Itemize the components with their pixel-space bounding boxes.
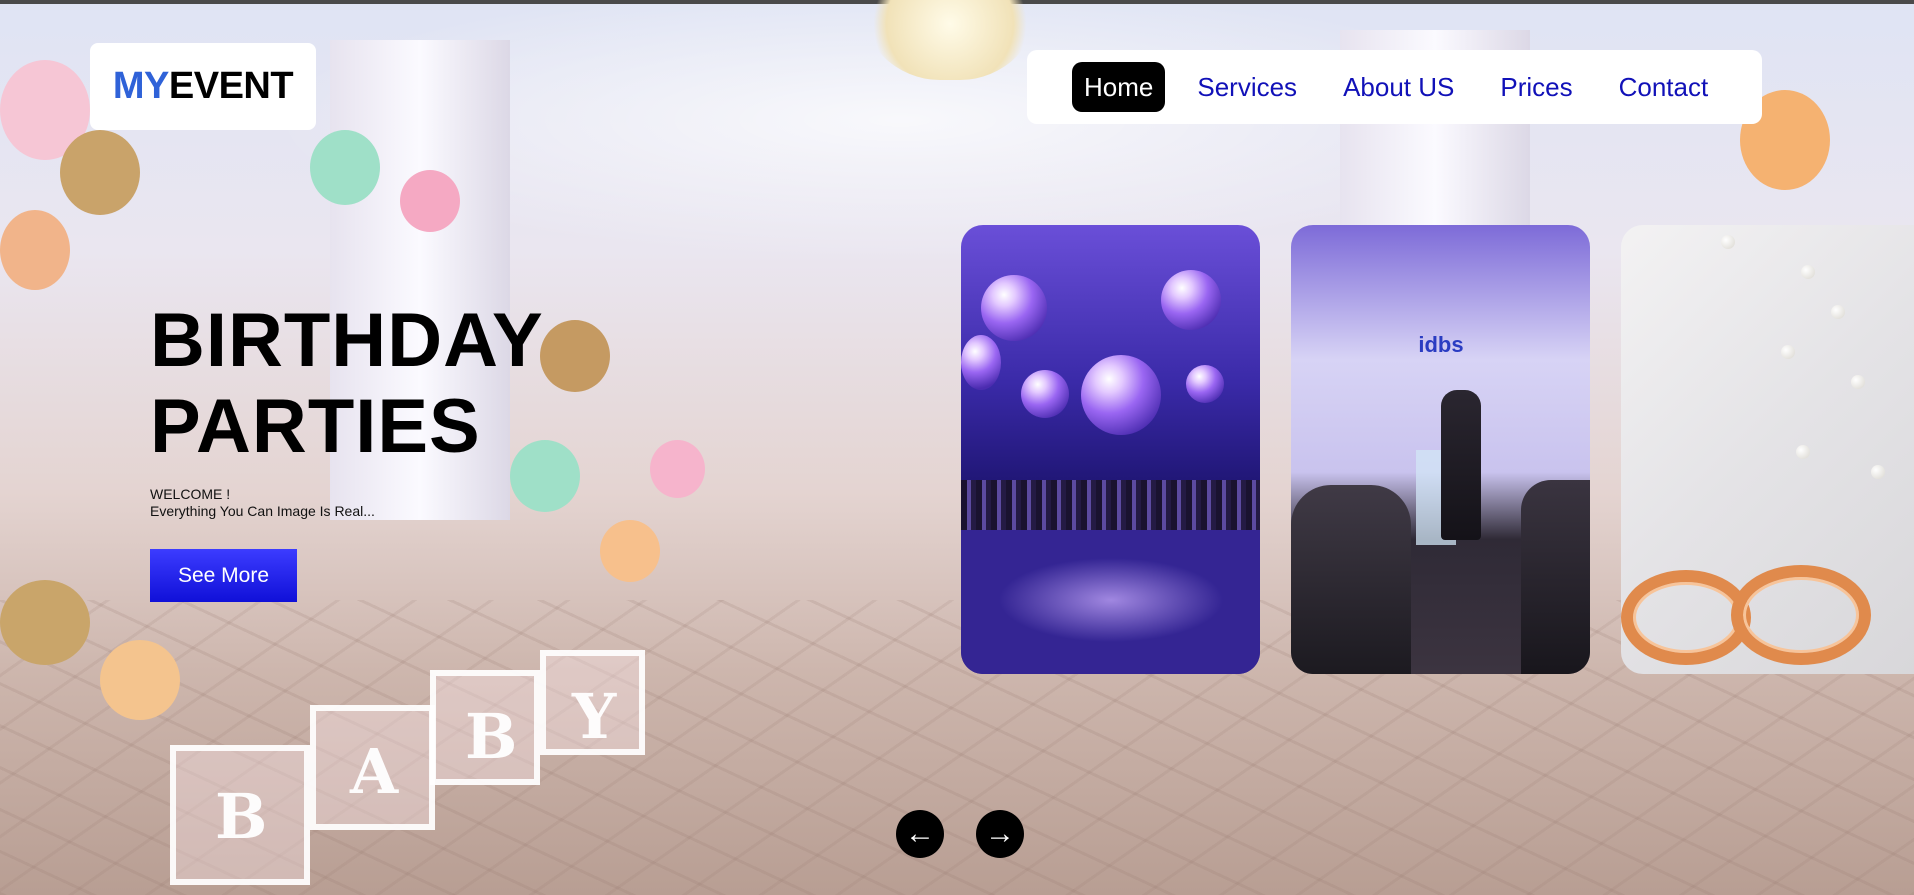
ring-image [1731,565,1871,665]
balloon-decoration [100,640,180,720]
arrow-right-icon[interactable]: → [976,810,1024,858]
pearl-decoration [1801,265,1815,279]
balloon-decoration [60,130,140,215]
screen-logo-text: idbs [1418,332,1464,357]
slider-card-party[interactable] [961,225,1260,674]
block-letter-b2: B [465,700,518,773]
balloon-decoration [540,320,610,392]
disco-ball-image [1081,355,1161,435]
nav-item-home[interactable]: Home [1072,62,1166,112]
nav-item-contact[interactable]: Contact [1619,74,1709,100]
slider-card-conference[interactable]: idbs [1291,225,1590,674]
brand-logo-part1: MY [112,65,170,107]
speaker-image [1441,390,1481,540]
balloon-decoration [400,170,460,232]
brand-logo-part2: EVENT [168,65,294,107]
balloon-decoration [0,580,90,665]
block-letter-b: B [215,780,268,853]
balloon-decoration [600,520,660,582]
arrow-left-icon[interactable]: ← [896,810,944,858]
hero-title: BIRTHDAY PARTIES [150,298,544,470]
hero-title-line1: BIRTHDAY [150,298,544,383]
main-nav: Home Services About US Prices Contact [1027,50,1762,124]
balloon-decoration [650,440,705,498]
dance-floor-image [961,530,1260,674]
hero-welcome: WELCOME ! [150,486,231,502]
balloon-decoration [0,210,70,290]
pearl-decoration [1851,375,1865,389]
disco-ball-image [981,275,1047,341]
hero-title-line2: PARTIES [150,384,481,469]
hero-tagline: Everything You Can Image Is Real... [150,503,375,519]
audience-image [1521,480,1590,674]
disco-ball-image [961,335,1001,390]
pearl-decoration [1796,445,1810,459]
audience-image [1291,485,1411,674]
pearl-decoration [1721,235,1735,249]
chandelier-decoration [860,0,1040,80]
disco-ball-image [1186,365,1224,403]
nav-item-about-us[interactable]: About US [1343,74,1454,100]
pearl-decoration [1831,305,1845,319]
disco-ball-image [1021,370,1069,418]
pearl-decoration [1871,465,1885,479]
see-more-button[interactable]: See More [150,549,297,602]
disco-ball-image [1161,270,1221,330]
crowd-image [961,480,1260,532]
block-letter-a: A [350,735,399,808]
slider-card-wedding[interactable] [1621,225,1914,674]
block-letter-y: Y [572,680,617,753]
brand-logo[interactable]: MY EVENT [90,43,316,130]
pearl-decoration [1781,345,1795,359]
nav-item-services[interactable]: Services [1197,74,1297,100]
nav-item-prices[interactable]: Prices [1500,74,1572,100]
balloon-decoration [310,130,380,205]
